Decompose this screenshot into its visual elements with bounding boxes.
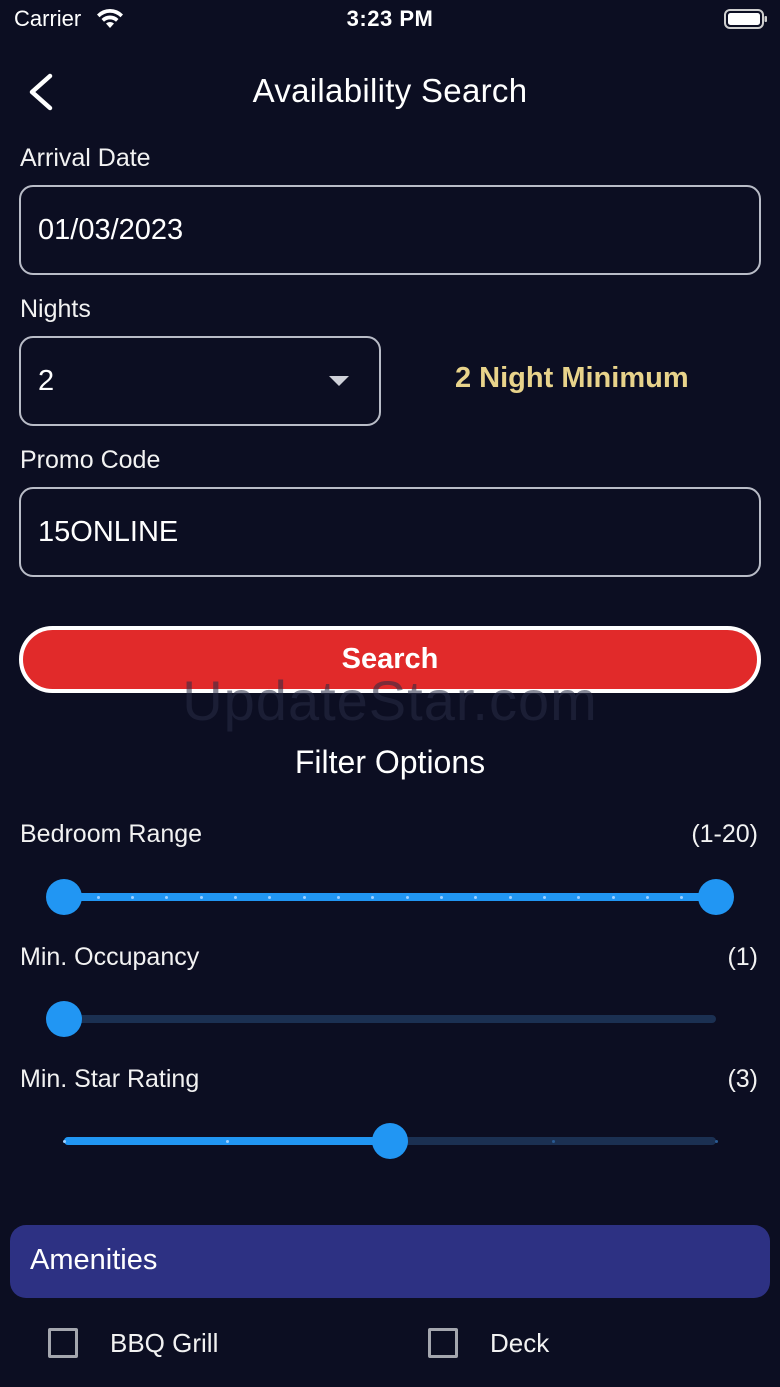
min-occupancy-label: Min. Occupancy (20, 943, 200, 971)
slider-tick (474, 895, 478, 899)
bedroom-range-label: Bedroom Range (20, 820, 203, 848)
min-occupancy-slider[interactable] (46, 1001, 716, 1037)
min-occupancy-value: (1) (727, 943, 758, 971)
amenity-item-deck[interactable]: Deck (428, 1326, 728, 1362)
slider-tick (439, 895, 443, 899)
slider-tick (62, 1139, 66, 1143)
slider-tick (225, 1139, 229, 1143)
slider-tick (96, 895, 100, 899)
nights-select[interactable]: 2 (19, 336, 381, 426)
slider-tick (131, 895, 135, 899)
deck-label: Deck (490, 1328, 550, 1358)
slider-tick (199, 895, 203, 899)
bbq-grill-label: BBQ Grill (110, 1328, 219, 1358)
bedroom-range-slider[interactable] (46, 879, 734, 915)
slider-tick (405, 895, 409, 899)
bedroom-max-thumb[interactable] (698, 879, 734, 915)
min-star-rating-thumb[interactable] (372, 1123, 408, 1159)
min-star-rating-value: (3) (727, 1065, 758, 1093)
watermark-text: UpdateStar.com (182, 669, 598, 732)
slider-tick (577, 895, 581, 899)
slider-tick (234, 895, 238, 899)
nights-label: Nights (20, 295, 91, 323)
slider-tick (611, 895, 615, 899)
promo-code-field[interactable]: 15ONLINE (19, 487, 761, 577)
promo-code-value: 15ONLINE (38, 515, 179, 548)
slider-tick (714, 1139, 718, 1143)
bbq-grill-checkbox[interactable] (48, 1328, 78, 1358)
slider-tick (508, 895, 512, 899)
amenity-item-bbq-grill[interactable]: BBQ Grill (48, 1326, 348, 1362)
slider-tick (337, 895, 341, 899)
min-star-rating-slider[interactable] (62, 1123, 718, 1159)
slider-tick (302, 895, 306, 899)
arrival-date-label: Arrival Date (20, 144, 151, 172)
amenities-title: Amenities (30, 1244, 158, 1276)
dropdown-caret-icon (329, 376, 349, 386)
bedroom-range-fill (64, 893, 716, 901)
arrival-date-field[interactable]: 01/03/2023 (19, 185, 761, 275)
min-occupancy-thumb[interactable] (46, 1001, 82, 1037)
slider-tick (645, 895, 649, 899)
slider-tick (680, 895, 684, 899)
promo-code-label: Promo Code (20, 446, 161, 474)
bedroom-range-value: (1-20) (691, 820, 758, 848)
arrival-date-value: 01/03/2023 (38, 213, 184, 246)
filter-options-title: Filter Options (294, 744, 486, 780)
bedroom-min-thumb[interactable] (46, 879, 82, 915)
slider-tick (551, 1139, 555, 1143)
page-title: Availability Search (252, 72, 528, 109)
nights-value: 2 (38, 364, 55, 397)
slider-tick (371, 895, 375, 899)
nights-minimum-note: 2 Night Minimum (455, 362, 689, 394)
min-occupancy-track (64, 1015, 716, 1023)
battery-icon (724, 9, 767, 29)
slider-tick (542, 895, 546, 899)
min-star-rating-label: Min. Star Rating (20, 1065, 200, 1093)
clock-time: 3:23 PM (346, 6, 434, 31)
deck-checkbox[interactable] (428, 1328, 458, 1358)
